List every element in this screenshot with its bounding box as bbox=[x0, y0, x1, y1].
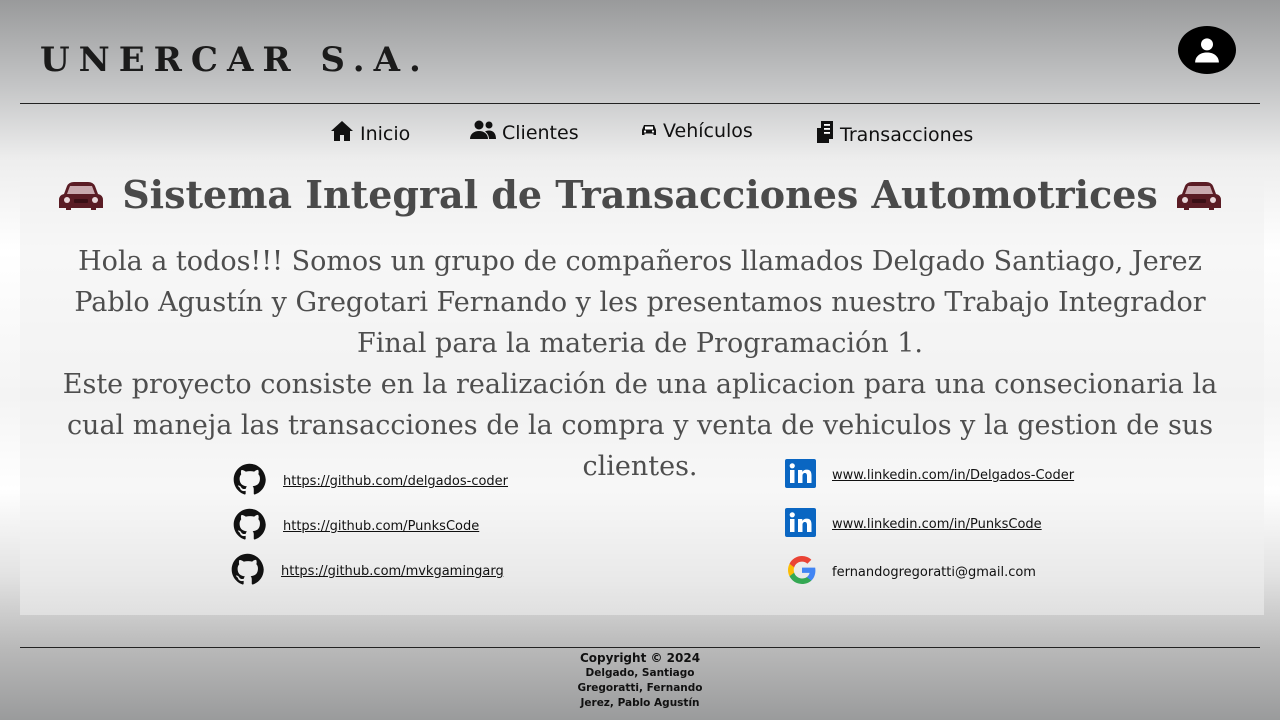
home-icon bbox=[330, 120, 354, 147]
google-icon bbox=[788, 555, 816, 589]
nav-label: Clientes bbox=[502, 121, 579, 144]
contact-github-2: https://github.com/PunksCode bbox=[232, 508, 479, 545]
main-nav: Inicio Clientes Vehículos Transacciones bbox=[0, 120, 1280, 150]
copyright-text: Copyright © 2024 bbox=[579, 651, 701, 665]
email-text: fernandogregoratti@gmail.com bbox=[832, 564, 1036, 580]
car-icon bbox=[58, 178, 104, 212]
car-icon bbox=[641, 120, 657, 142]
nav-item-clientes[interactable]: Clientes bbox=[470, 120, 579, 145]
nav-label: Transacciones bbox=[840, 123, 974, 146]
brand-title: UNERCAR S.A. bbox=[40, 40, 430, 80]
header-divider bbox=[20, 103, 1260, 104]
author-name: Gregoratti, Fernando bbox=[577, 682, 703, 694]
user-circle-icon bbox=[1178, 26, 1236, 74]
github-link[interactable]: https://github.com/delgados-coder bbox=[283, 474, 508, 489]
contact-linkedin-2: www.linkedin.com/in/PunksCode bbox=[785, 508, 1042, 541]
linkedin-icon bbox=[785, 508, 816, 541]
title-text: Sistema Integral de Transacciones Automo… bbox=[122, 172, 1158, 217]
intro-paragraph: Hola a todos!!! Somos un grupo de compañ… bbox=[74, 246, 1206, 359]
github-link[interactable]: https://github.com/PunksCode bbox=[283, 519, 479, 534]
nav-item-transacciones[interactable]: Transacciones bbox=[816, 120, 973, 149]
contact-github-1: https://github.com/delgados-coder bbox=[232, 463, 508, 500]
linkedin-link[interactable]: www.linkedin.com/in/PunksCode bbox=[832, 517, 1042, 532]
users-icon bbox=[470, 120, 496, 145]
github-icon bbox=[232, 508, 267, 545]
nav-item-vehiculos[interactable]: Vehículos bbox=[641, 120, 753, 142]
github-link[interactable]: https://github.com/mvkgamingarg bbox=[281, 564, 504, 579]
linkedin-icon bbox=[785, 459, 816, 492]
page-title: Sistema Integral de Transacciones Automo… bbox=[0, 172, 1280, 217]
user-account-button[interactable] bbox=[1176, 25, 1238, 75]
contact-linkedin-1: www.linkedin.com/in/Delgados-Coder bbox=[785, 459, 1074, 492]
nav-label: Inicio bbox=[360, 122, 411, 145]
author-name: Delgado, Santiago bbox=[585, 667, 695, 679]
footer-divider bbox=[20, 647, 1260, 648]
contact-google: fernandogregoratti@gmail.com bbox=[788, 555, 1036, 589]
github-icon bbox=[230, 553, 265, 590]
github-icon bbox=[232, 463, 267, 500]
nav-label: Vehículos bbox=[663, 120, 753, 142]
receipt-icon bbox=[816, 120, 834, 149]
intro-text: Hola a todos!!! Somos un grupo de compañ… bbox=[50, 241, 1230, 487]
car-icon bbox=[1176, 178, 1222, 212]
nav-item-inicio[interactable]: Inicio bbox=[330, 120, 410, 147]
author-name: Jerez, Pablo Agustín bbox=[580, 697, 700, 709]
contact-github-3: https://github.com/mvkgamingarg bbox=[230, 553, 504, 590]
linkedin-link[interactable]: www.linkedin.com/in/Delgados-Coder bbox=[832, 468, 1074, 483]
footer: Copyright © 2024 Delgado, Santiago Grego… bbox=[0, 651, 1280, 711]
